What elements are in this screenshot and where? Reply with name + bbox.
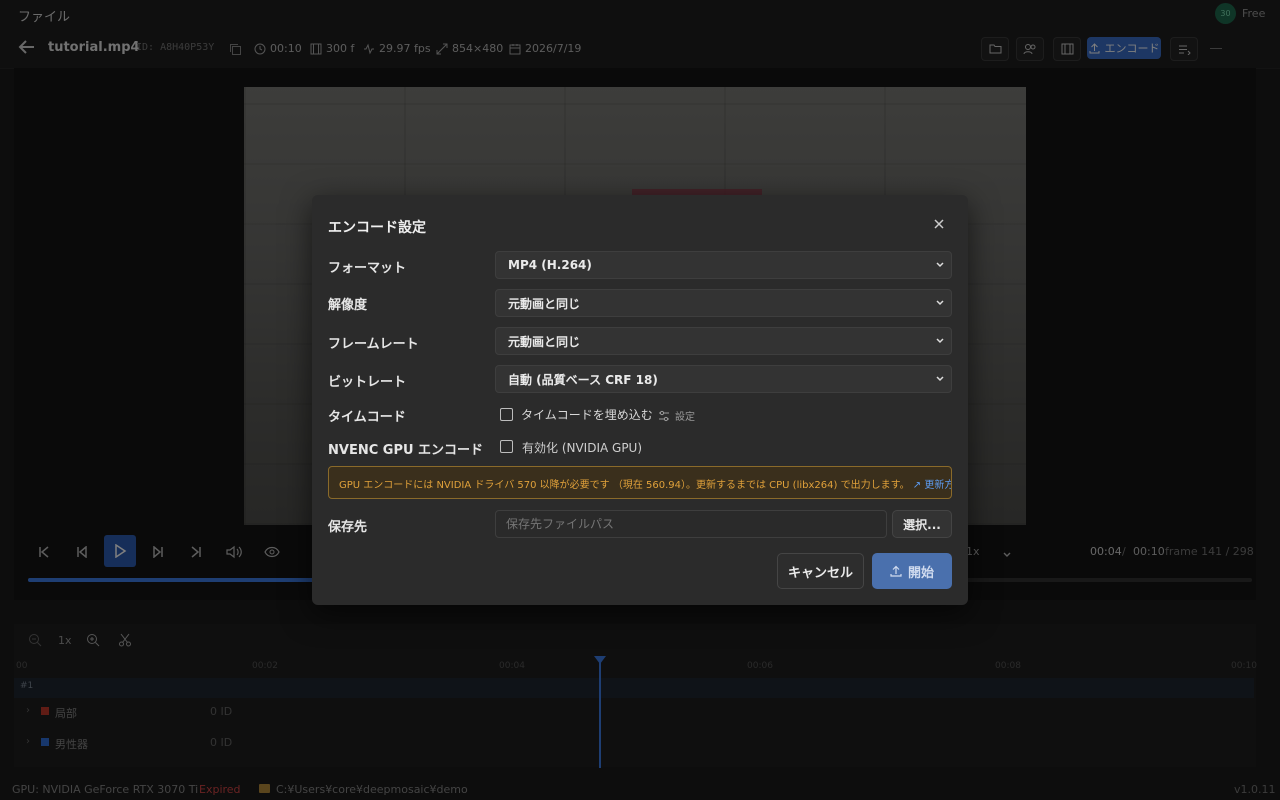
format-select[interactable]: MP4 (H.264) <box>495 251 952 279</box>
bitrate-select[interactable]: 自動 (品質ベース CRF 18) <box>495 365 952 393</box>
timecode-label: タイムコード <box>328 410 406 425</box>
framerate-select[interactable]: 元動画と同じ <box>495 327 952 355</box>
save-location-label: 保存先 <box>328 520 368 535</box>
bitrate-label: ビットレート <box>328 375 407 390</box>
framerate-label: フレームレート <box>328 337 419 352</box>
nvenc-checkbox[interactable] <box>500 440 513 453</box>
nvenc-checkbox-label[interactable]: 有効化 (NVIDIA GPU) <box>522 439 642 456</box>
start-button-label: 開始 <box>907 565 934 581</box>
chevron-down-icon <box>936 338 944 344</box>
browse-button[interactable]: 選択... <box>892 510 952 538</box>
external-link-icon: ↗ <box>912 480 922 491</box>
timecode-checkbox[interactable] <box>500 408 513 421</box>
resolution-label: 解像度 <box>328 298 368 313</box>
format-label: フォーマット <box>328 261 407 276</box>
cancel-button[interactable]: キャンセル <box>777 553 864 589</box>
format-value: MP4 (H.264) <box>508 258 592 272</box>
close-icon[interactable] <box>932 216 946 235</box>
nvenc-label: NVENC GPU エンコード <box>328 443 484 458</box>
chevron-down-icon <box>936 262 944 268</box>
timecode-settings-link[interactable]: 設定 <box>675 408 695 423</box>
resolution-value: 元動画と同じ <box>508 296 581 311</box>
warning-text: GPU エンコードには NVIDIA ドライバ 570 以降が必要です （現在 … <box>339 480 910 491</box>
dialog-title: エンコード設定 <box>328 220 426 236</box>
chevron-down-icon <box>936 300 944 306</box>
bitrate-value: 自動 (品質ベース CRF 18) <box>508 372 658 387</box>
framerate-value: 元動画と同じ <box>508 334 581 349</box>
gpu-driver-warning: GPU エンコードには NVIDIA ドライバ 570 以降が必要です （現在 … <box>328 466 952 499</box>
chevron-down-icon <box>936 376 944 382</box>
sliders-icon[interactable] <box>658 407 670 426</box>
upload-icon <box>890 565 902 577</box>
update-instructions-link[interactable]: 更新方法 <box>924 480 951 491</box>
timecode-checkbox-label[interactable]: タイムコードを埋め込む <box>521 406 653 423</box>
start-button[interactable]: 開始 <box>872 553 952 589</box>
resolution-select[interactable]: 元動画と同じ <box>495 289 952 317</box>
save-path-input[interactable] <box>495 510 887 538</box>
